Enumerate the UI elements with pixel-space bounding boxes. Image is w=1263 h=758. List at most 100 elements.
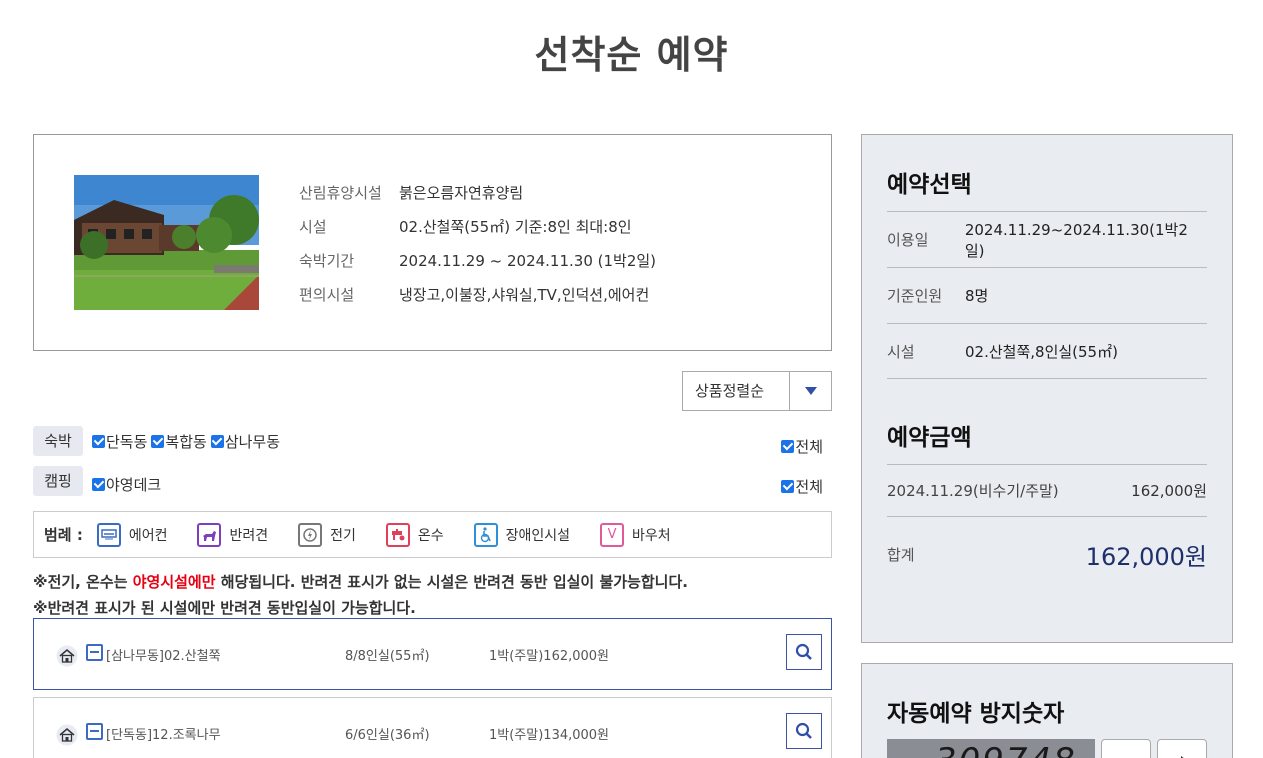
air-conditioner-icon (86, 723, 103, 740)
filter-tag-lodging: 숙박 (33, 426, 83, 456)
house-icon (56, 724, 78, 746)
room-capacity: 8/8인실(55㎡) (345, 649, 430, 664)
row-value: 02.산철쭉,8인실(55㎡) (965, 342, 1118, 361)
legend: 범례 : 에어컨 반려견 전기 온수 장애인시설 V 바우처 (33, 511, 832, 558)
legend-item-dog: 반려견 (197, 522, 269, 547)
notice-line-2: ※반려견 표시가 된 시설에만 반려견 동반입실이 가능합니다. (33, 599, 416, 617)
captcha-refresh-button[interactable] (1157, 739, 1207, 758)
checkbox-checked-icon[interactable] (781, 440, 795, 453)
filter-row-camping: 캠핑 야영데크 전체 (33, 466, 832, 496)
legend-label: 반려견 (229, 527, 269, 544)
checkbox-detached[interactable]: 단독동 (92, 431, 147, 452)
house-icon (56, 645, 78, 667)
info-value: 붉은오름자연휴양림 (399, 183, 524, 202)
notice-line-1: ※전기, 온수는 야영시설에만 해당됩니다. 반려견 표시가 없는 시설은 반려… (33, 571, 688, 592)
room-detail-button[interactable] (786, 634, 822, 670)
total-amount: 162,000원 (1085, 543, 1207, 571)
checkbox-label: 전체 (795, 478, 823, 496)
checkbox-label: 단독동 (106, 432, 148, 451)
hot-water-icon (385, 522, 410, 547)
info-row-facility: 시설 02.산철쭉(55㎡) 기준:8인 최대:8인 (299, 209, 656, 243)
info-label: 시설 (299, 217, 327, 236)
legend-label: 에어컨 (128, 527, 168, 544)
chevron-down-icon[interactable] (789, 372, 831, 410)
sort-select[interactable]: 상품정렬순 (682, 371, 832, 411)
legend-item-electric: 전기 (298, 522, 356, 547)
checkbox-label: 복합동 (165, 432, 207, 451)
row-value: 2024.11.29~2024.11.30(1박2일) (964, 220, 1188, 260)
info-value: 2024.11.29 ~ 2024.11.30 (1박2일) (399, 251, 657, 270)
legend-item-voucher: V 바우처 (600, 522, 671, 547)
row-label: 이용일 (887, 231, 929, 249)
captcha-audio-button[interactable] (1101, 739, 1151, 758)
row-label: 시설 (887, 342, 915, 361)
total-label: 합계 (887, 546, 915, 564)
search-icon (795, 722, 812, 739)
room-detail-button[interactable] (786, 713, 822, 749)
checkbox-cedar[interactable]: 삼나무동 (210, 431, 281, 452)
amount-heading: 예약금액 (887, 425, 972, 451)
table-row[interactable]: [단독동]12.조록나무 6/6인실(36㎡) 1박(주말)134,000원 (33, 697, 832, 758)
room-name: [삼나무동]02.산철쭉 (106, 649, 221, 664)
captcha-image: 309748 (887, 739, 1095, 758)
row-value: 162,000원 (1131, 482, 1207, 500)
facility-photo (74, 175, 259, 310)
legend-item-wheelchair: 장애인시설 (473, 522, 571, 547)
legend-label: 온수 (417, 527, 444, 544)
checkbox-label: 야영데크 (106, 475, 162, 494)
checkbox-checked-icon[interactable] (92, 477, 105, 491)
legend-label: 전기 (330, 527, 356, 544)
checkbox-checked-icon[interactable] (151, 434, 165, 448)
checkbox-checked-icon[interactable] (781, 480, 795, 493)
dog-icon (197, 522, 222, 547)
captcha-code: 309748 (935, 741, 1077, 758)
reservation-row-facility: 시설 02.산철쭉,8인실(55㎡) (887, 323, 1207, 379)
reservation-row-date: 이용일 2024.11.29~2024.11.30(1박2일) (887, 211, 1207, 267)
notice-text: ※전기, 온수는 (33, 573, 133, 591)
notice-highlight: 야영시설에만 (132, 573, 216, 591)
checkbox-lodging-all[interactable]: 전체 (781, 436, 823, 457)
electric-icon (298, 522, 323, 547)
legend-item-hot-water: 온수 (385, 522, 444, 547)
total-row: 합계 162,000원 (887, 516, 1207, 592)
room-name: [단독동]12.조록나무 (106, 728, 221, 743)
info-value: 02.산철쭉(55㎡) 기준:8인 최대:8인 (399, 217, 632, 236)
air-conditioner-icon (86, 644, 103, 661)
legend-label: 장애인시설 (505, 527, 571, 544)
amount-row: 2024.11.29(비수기/주말) 162,000원 (887, 464, 1207, 516)
legend-label: 바우처 (632, 527, 671, 544)
checkbox-camping-deck[interactable]: 야영데크 (92, 474, 161, 495)
air-conditioner-icon (96, 522, 121, 547)
wheelchair-icon (473, 522, 498, 547)
reservation-row-people: 기준인원 8명 (887, 267, 1207, 323)
checkbox-checked-icon[interactable] (210, 434, 224, 448)
checkbox-camping-all[interactable]: 전체 (781, 476, 823, 497)
checkbox-complex[interactable]: 복합동 (151, 431, 207, 452)
info-value: 냉장고,이불장,샤워실,TV,인덕션,에어컨 (399, 285, 650, 304)
captcha-heading: 자동예약 방지숫자 (887, 701, 1065, 727)
checkbox-label: 삼나무동 (224, 432, 281, 451)
filter-tag-camping: 캠핑 (33, 466, 83, 496)
checkbox-checked-icon[interactable] (92, 434, 105, 448)
room-capacity: 6/6인실(36㎡) (345, 728, 430, 743)
info-label: 산림휴양시설 (299, 183, 382, 202)
legend-title: 범례 : (44, 526, 83, 544)
search-icon (795, 643, 812, 660)
info-row-amenities: 편의시설 냉장고,이불장,샤워실,TV,인덕션,에어컨 (299, 277, 656, 311)
captcha-panel: 자동예약 방지숫자 309748 (861, 663, 1233, 758)
sort-selected-value: 상품정렬순 (695, 382, 765, 400)
voucher-icon: V (600, 522, 625, 547)
reservation-panel: 예약선택 이용일 2024.11.29~2024.11.30(1박2일) 기준인… (861, 134, 1233, 643)
reservation-heading: 예약선택 (887, 172, 972, 198)
filter-row-lodging: 숙박 단독동 복합동 삼나무동 전체 (33, 426, 832, 456)
notice-text: 해당됩니다. 반려견 표시가 없는 시설은 반려견 동반 입실이 불가능합니다. (215, 573, 688, 591)
info-label: 숙박기간 (299, 251, 355, 270)
info-label: 편의시설 (299, 285, 355, 304)
checkbox-label: 전체 (795, 438, 823, 456)
legend-item-aircon: 에어컨 (96, 522, 168, 547)
info-row-stay-period: 숙박기간 2024.11.29 ~ 2024.11.30 (1박2일) (299, 243, 656, 277)
page-title: 선착순 예약 (534, 33, 729, 77)
table-row[interactable]: [삼나무동]02.산철쭉 8/8인실(55㎡) 1박(주말)162,000원 (33, 618, 832, 690)
facility-info-box: 산림휴양시설 붉은오름자연휴양림 시설 02.산철쭉(55㎡) 기준:8인 최대… (33, 134, 832, 351)
info-row-facility-site: 산림휴양시설 붉은오름자연휴양림 (299, 175, 656, 209)
